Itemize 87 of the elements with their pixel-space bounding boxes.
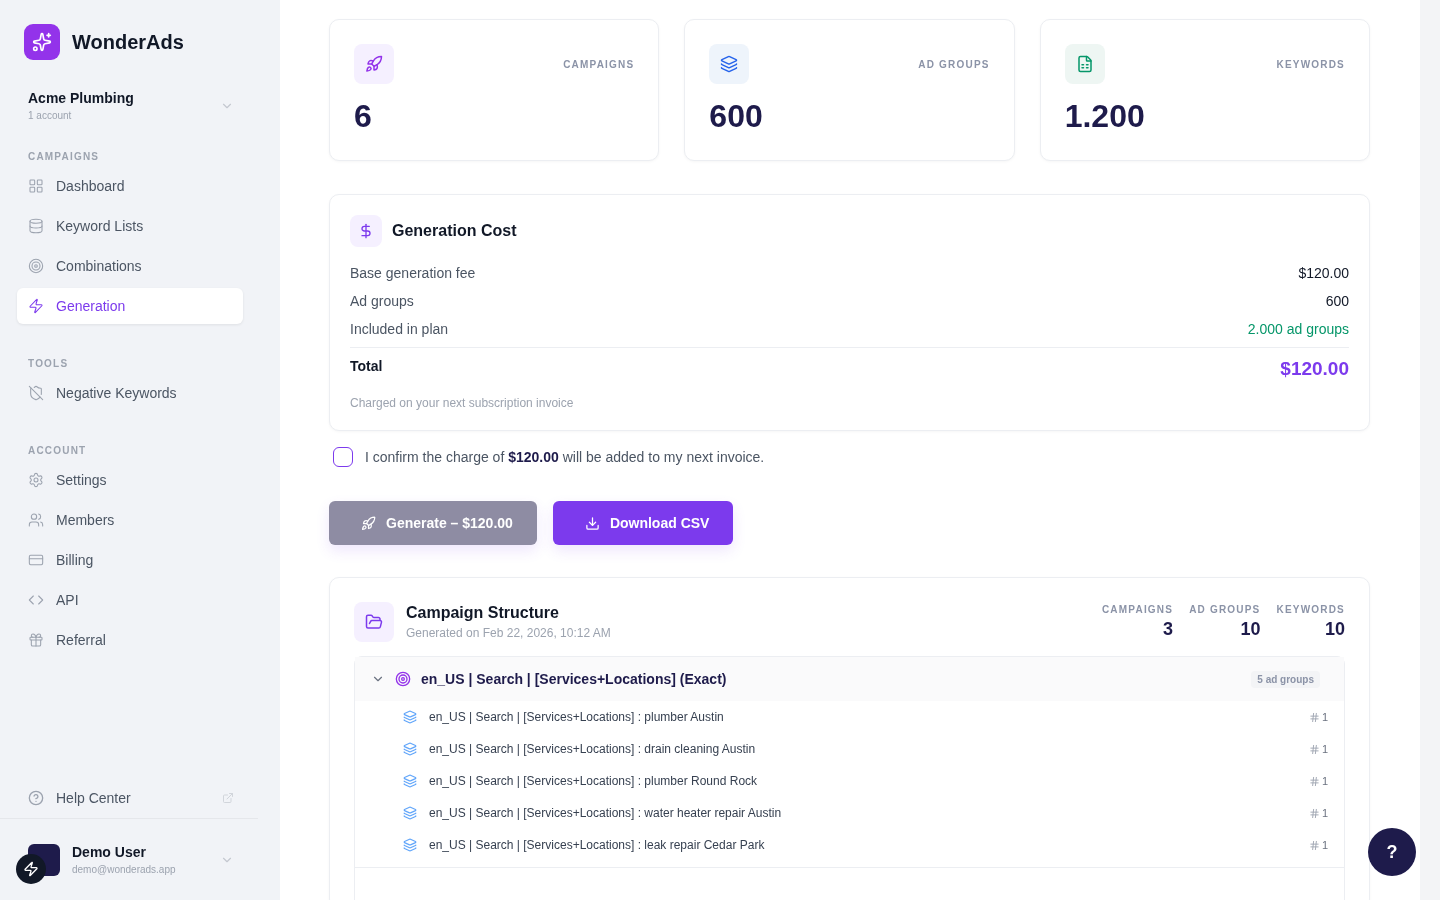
nav-icon	[28, 632, 44, 648]
stat-label: CAMPAIGNS	[563, 58, 635, 70]
layers-icon	[403, 710, 417, 724]
nav-item[interactable]: Keyword Lists	[17, 208, 243, 244]
workspace-subtitle: 1 account	[28, 110, 73, 121]
stat-value: 600	[709, 98, 764, 135]
cost-note: Charged on your next subscription invoice	[350, 396, 575, 410]
layers-icon	[709, 44, 750, 84]
confirm-checkbox[interactable]	[333, 447, 353, 467]
nav-item[interactable]: Negative Keywords	[17, 375, 243, 411]
stat-value: 6	[354, 98, 373, 135]
rocket-icon	[354, 44, 394, 84]
card-title: Generation Cost	[392, 222, 517, 240]
keyword-count: 1	[1308, 807, 1328, 819]
nav-icon	[28, 218, 44, 234]
stat-label: KEYWORDS	[1276, 604, 1345, 615]
stat-label: AD GROUPS	[918, 58, 990, 70]
nav-icon	[28, 178, 44, 194]
nav-item[interactable]: Dashboard	[17, 168, 243, 204]
layers-icon	[403, 774, 417, 788]
nav-icon	[28, 512, 44, 528]
keyword-count: 1	[1308, 711, 1328, 723]
section-title: ACCOUNT	[27, 445, 88, 456]
nav-icon	[28, 385, 44, 401]
ad-group-name: en_US | Search | [Services+Locations] : water heater repair Austin	[429, 806, 783, 820]
section-title: CAMPAIGNS	[27, 151, 101, 162]
keyword-count: 1	[1308, 775, 1328, 787]
nav-item[interactable]: API	[17, 582, 243, 618]
dollar-icon	[350, 215, 382, 247]
spreadsheet-icon	[1064, 44, 1105, 84]
stat-value: 10	[1324, 619, 1345, 640]
ad-group-name: en_US | Search | [Services+Locations] : plumber Austin	[429, 710, 725, 724]
nav-icon	[28, 258, 44, 274]
ad-group-name: en_US | Search | [Services+Locations] : leak repair Cedar Park	[429, 838, 766, 852]
total-label: Total	[350, 358, 383, 374]
card-title: Campaign Structure	[406, 604, 560, 622]
layers-icon	[403, 806, 417, 820]
help-center-link[interactable]: Help Center	[56, 790, 210, 806]
cost-label: Ad groups	[350, 293, 414, 309]
campaign-row[interactable]: en_US | Search | [Services+Locations] (Exact) 5 ad groups	[355, 657, 1344, 701]
nav-icon	[28, 472, 44, 488]
layers-icon	[403, 838, 417, 852]
ad-group-name: en_US | Search | [Services+Locations] : plumber Round Rock	[429, 774, 759, 788]
nav-item[interactable]: Referral	[17, 622, 243, 658]
nav-icon	[28, 552, 44, 568]
cost-label: Included in plan	[350, 321, 449, 337]
nav-item[interactable]: Billing	[17, 542, 243, 578]
nav-icon	[28, 298, 44, 314]
help-icon	[28, 790, 44, 806]
nav-item[interactable]: Generation	[17, 288, 243, 324]
user-name: Demo User	[72, 844, 147, 860]
user-email: demo@wonderads.app	[72, 864, 177, 875]
workspace-name[interactable]: Acme Plumbing	[28, 90, 134, 106]
section-title: TOOLS	[27, 358, 70, 369]
bolt-button[interactable]	[16, 854, 46, 884]
bolt-icon	[23, 861, 39, 877]
folder-icon	[354, 602, 394, 642]
cost-value: 2.000 ad groups	[1247, 321, 1349, 337]
target-icon	[395, 671, 411, 687]
download-icon	[584, 515, 600, 531]
total-value: $120.00	[1280, 358, 1349, 380]
stat-value: 1.200	[1064, 98, 1146, 135]
rocket-icon	[361, 515, 376, 531]
nav-item[interactable]: Settings	[17, 462, 243, 498]
download-button[interactable]: Download CSV	[552, 501, 734, 545]
keyword-count: 1	[1308, 743, 1328, 755]
stat-value: 10	[1240, 619, 1261, 640]
external-link-icon	[222, 792, 234, 804]
nav-item[interactable]: Members	[17, 502, 243, 538]
cost-value: 600	[1325, 293, 1349, 309]
stat-label: AD GROUPS	[1189, 604, 1261, 615]
confirm-text: I confirm the charge of $120.00 will be added to my next invoice.	[365, 449, 765, 465]
ad-group-name: en_US | Search | [Services+Locations] : drain cleaning Austin	[429, 742, 757, 756]
nav-item[interactable]: Combinations	[17, 248, 243, 284]
stat-label: CAMPAIGNS	[1101, 604, 1174, 615]
campaign-name: en_US | Search | [Services+Locations] (Exact)	[421, 671, 728, 687]
nav-icon	[28, 592, 44, 608]
sparkles-logo-icon	[24, 24, 60, 60]
cost-value: $120.00	[1298, 265, 1349, 281]
ad-group-count: 5 ad groups	[1251, 670, 1320, 688]
card-subtitle: Generated on Feb 22, 2026, 10:12 AM	[406, 626, 611, 640]
stat-label: KEYWORDS	[1276, 58, 1345, 70]
layers-icon	[403, 742, 417, 756]
cost-label: Base generation fee	[350, 265, 476, 281]
keyword-count: 1	[1308, 839, 1328, 851]
brand-name: WonderAds	[72, 30, 184, 54]
stat-value: 3	[1163, 619, 1174, 640]
